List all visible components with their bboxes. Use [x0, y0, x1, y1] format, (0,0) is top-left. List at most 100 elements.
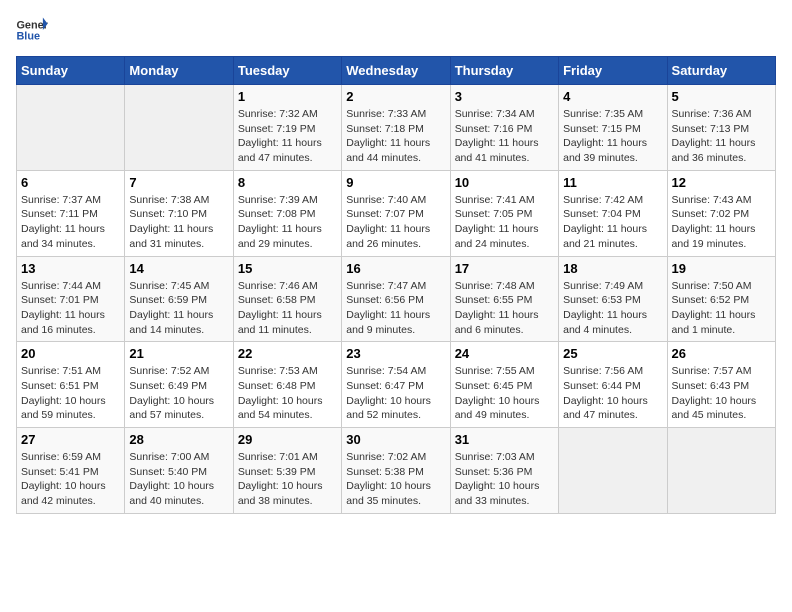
- day-number: 22: [238, 346, 337, 361]
- day-info: Sunrise: 7:57 AMSunset: 6:43 PMDaylight:…: [672, 364, 771, 423]
- day-cell: 26 Sunrise: 7:57 AMSunset: 6:43 PMDayligh…: [667, 342, 775, 428]
- day-info: Sunrise: 7:46 AMSunset: 6:58 PMDaylight:…: [238, 279, 337, 338]
- week-row-3: 13Sunrise: 7:44 AMSunset: 7:01 PMDayligh…: [17, 256, 776, 342]
- day-number: 10: [455, 175, 554, 190]
- day-info: Sunrise: 7:03 AMSunset: 5:36 PMDaylight:…: [455, 450, 554, 509]
- day-number: 2: [346, 89, 445, 104]
- day-cell: 15 Sunrise: 7:46 AMSunset: 6:58 PMDayligh…: [233, 256, 341, 342]
- day-info: Sunrise: 7:01 AMSunset: 5:39 PMDaylight:…: [238, 450, 337, 509]
- day-number: 30: [346, 432, 445, 447]
- calendar-body: 1 Sunrise: 7:32 AMSunset: 7:19 PMDaylight…: [17, 85, 776, 514]
- day-cell: 4 Sunrise: 7:35 AMSunset: 7:15 PMDaylight…: [559, 85, 667, 171]
- day-cell: 21Sunrise: 7:52 AMSunset: 6:49 PMDayligh…: [125, 342, 233, 428]
- day-number: 15: [238, 261, 337, 276]
- day-info: Sunrise: 7:39 AMSunset: 7:08 PMDaylight:…: [238, 193, 337, 252]
- day-cell: 31 Sunrise: 7:03 AMSunset: 5:36 PMDayligh…: [450, 428, 558, 514]
- day-cell: 7 Sunrise: 7:38 AMSunset: 7:10 PMDaylight…: [125, 170, 233, 256]
- day-cell: [667, 428, 775, 514]
- day-number: 12: [672, 175, 771, 190]
- day-number: 26: [672, 346, 771, 361]
- header-cell-saturday: Saturday: [667, 57, 775, 85]
- day-cell: 30 Sunrise: 7:02 AMSunset: 5:38 PMDayligh…: [342, 428, 450, 514]
- day-info: Sunrise: 7:54 AMSunset: 6:47 PMDaylight:…: [346, 364, 445, 423]
- day-number: 29: [238, 432, 337, 447]
- day-number: 11: [563, 175, 662, 190]
- day-cell: 9 Sunrise: 7:40 AMSunset: 7:07 PMDaylight…: [342, 170, 450, 256]
- header-cell-wednesday: Wednesday: [342, 57, 450, 85]
- day-cell: 25 Sunrise: 7:56 AMSunset: 6:44 PMDayligh…: [559, 342, 667, 428]
- day-cell: 27 Sunrise: 6:59 AMSunset: 5:41 PMDayligh…: [17, 428, 125, 514]
- day-cell: 24 Sunrise: 7:55 AMSunset: 6:45 PMDayligh…: [450, 342, 558, 428]
- day-number: 6: [21, 175, 120, 190]
- day-number: 3: [455, 89, 554, 104]
- logo-icon: General Blue: [16, 16, 48, 44]
- day-info: Sunrise: 6:59 AMSunset: 5:41 PMDaylight:…: [21, 450, 120, 509]
- day-cell: 12 Sunrise: 7:43 AMSunset: 7:02 PMDayligh…: [667, 170, 775, 256]
- day-cell: 2 Sunrise: 7:33 AMSunset: 7:18 PMDaylight…: [342, 85, 450, 171]
- day-info: Sunrise: 7:50 AMSunset: 6:52 PMDaylight:…: [672, 279, 771, 338]
- day-info: Sunrise: 7:32 AMSunset: 7:19 PMDaylight:…: [238, 107, 337, 166]
- day-number: 13: [21, 261, 120, 276]
- day-cell: 6 Sunrise: 7:37 AMSunset: 7:11 PMDaylight…: [17, 170, 125, 256]
- day-info: Sunrise: 7:33 AMSunset: 7:18 PMDaylight:…: [346, 107, 445, 166]
- day-info: Sunrise: 7:37 AMSunset: 7:11 PMDaylight:…: [21, 193, 120, 252]
- day-cell: 11 Sunrise: 7:42 AMSunset: 7:04 PMDayligh…: [559, 170, 667, 256]
- day-cell: [125, 85, 233, 171]
- day-number: 4: [563, 89, 662, 104]
- day-info: Sunrise: 7:34 AMSunset: 7:16 PMDaylight:…: [455, 107, 554, 166]
- day-number: 8: [238, 175, 337, 190]
- day-number: 20: [21, 346, 120, 361]
- day-number: 19: [672, 261, 771, 276]
- day-number: 9: [346, 175, 445, 190]
- day-number: 5: [672, 89, 771, 104]
- day-number: 1: [238, 89, 337, 104]
- day-number: 28: [129, 432, 228, 447]
- svg-text:Blue: Blue: [16, 30, 40, 42]
- day-cell: 16Sunrise: 7:47 AMSunset: 6:56 PMDayligh…: [342, 256, 450, 342]
- day-info: Sunrise: 7:36 AMSunset: 7:13 PMDaylight:…: [672, 107, 771, 166]
- calendar-table: SundayMondayTuesdayWednesdayThursdayFrid…: [16, 56, 776, 514]
- day-number: 18: [563, 261, 662, 276]
- header-cell-friday: Friday: [559, 57, 667, 85]
- day-info: Sunrise: 7:56 AMSunset: 6:44 PMDaylight:…: [563, 364, 662, 423]
- day-number: 31: [455, 432, 554, 447]
- header-cell-thursday: Thursday: [450, 57, 558, 85]
- day-cell: 19 Sunrise: 7:50 AMSunset: 6:52 PMDayligh…: [667, 256, 775, 342]
- day-cell: 20 Sunrise: 7:51 AMSunset: 6:51 PMDayligh…: [17, 342, 125, 428]
- day-info: Sunrise: 7:35 AMSunset: 7:15 PMDaylight:…: [563, 107, 662, 166]
- day-info: Sunrise: 7:49 AMSunset: 6:53 PMDaylight:…: [563, 279, 662, 338]
- day-info: Sunrise: 7:02 AMSunset: 5:38 PMDaylight:…: [346, 450, 445, 509]
- calendar-header: SundayMondayTuesdayWednesdayThursdayFrid…: [17, 57, 776, 85]
- day-number: 7: [129, 175, 228, 190]
- day-info: Sunrise: 7:00 AMSunset: 5:40 PMDaylight:…: [129, 450, 228, 509]
- week-row-1: 1 Sunrise: 7:32 AMSunset: 7:19 PMDaylight…: [17, 85, 776, 171]
- day-cell: 22 Sunrise: 7:53 AMSunset: 6:48 PMDayligh…: [233, 342, 341, 428]
- day-cell: 29 Sunrise: 7:01 AMSunset: 5:39 PMDayligh…: [233, 428, 341, 514]
- day-cell: 13Sunrise: 7:44 AMSunset: 7:01 PMDayligh…: [17, 256, 125, 342]
- day-cell: 8 Sunrise: 7:39 AMSunset: 7:08 PMDaylight…: [233, 170, 341, 256]
- page-header: General Blue: [16, 16, 776, 44]
- day-info: Sunrise: 7:55 AMSunset: 6:45 PMDaylight:…: [455, 364, 554, 423]
- week-row-2: 6 Sunrise: 7:37 AMSunset: 7:11 PMDaylight…: [17, 170, 776, 256]
- day-info: Sunrise: 7:52 AMSunset: 6:49 PMDaylight:…: [129, 364, 228, 423]
- day-number: 27: [21, 432, 120, 447]
- day-info: Sunrise: 7:40 AMSunset: 7:07 PMDaylight:…: [346, 193, 445, 252]
- week-row-4: 20 Sunrise: 7:51 AMSunset: 6:51 PMDayligh…: [17, 342, 776, 428]
- header-cell-sunday: Sunday: [17, 57, 125, 85]
- day-info: Sunrise: 7:42 AMSunset: 7:04 PMDaylight:…: [563, 193, 662, 252]
- day-info: Sunrise: 7:51 AMSunset: 6:51 PMDaylight:…: [21, 364, 120, 423]
- header-row: SundayMondayTuesdayWednesdayThursdayFrid…: [17, 57, 776, 85]
- week-row-5: 27 Sunrise: 6:59 AMSunset: 5:41 PMDayligh…: [17, 428, 776, 514]
- day-info: Sunrise: 7:53 AMSunset: 6:48 PMDaylight:…: [238, 364, 337, 423]
- day-number: 17: [455, 261, 554, 276]
- day-info: Sunrise: 7:38 AMSunset: 7:10 PMDaylight:…: [129, 193, 228, 252]
- day-cell: 28 Sunrise: 7:00 AMSunset: 5:40 PMDayligh…: [125, 428, 233, 514]
- day-number: 24: [455, 346, 554, 361]
- day-number: 16: [346, 261, 445, 276]
- day-cell: 5 Sunrise: 7:36 AMSunset: 7:13 PMDaylight…: [667, 85, 775, 171]
- day-info: Sunrise: 7:43 AMSunset: 7:02 PMDaylight:…: [672, 193, 771, 252]
- header-cell-monday: Monday: [125, 57, 233, 85]
- day-cell: [17, 85, 125, 171]
- day-info: Sunrise: 7:41 AMSunset: 7:05 PMDaylight:…: [455, 193, 554, 252]
- day-number: 25: [563, 346, 662, 361]
